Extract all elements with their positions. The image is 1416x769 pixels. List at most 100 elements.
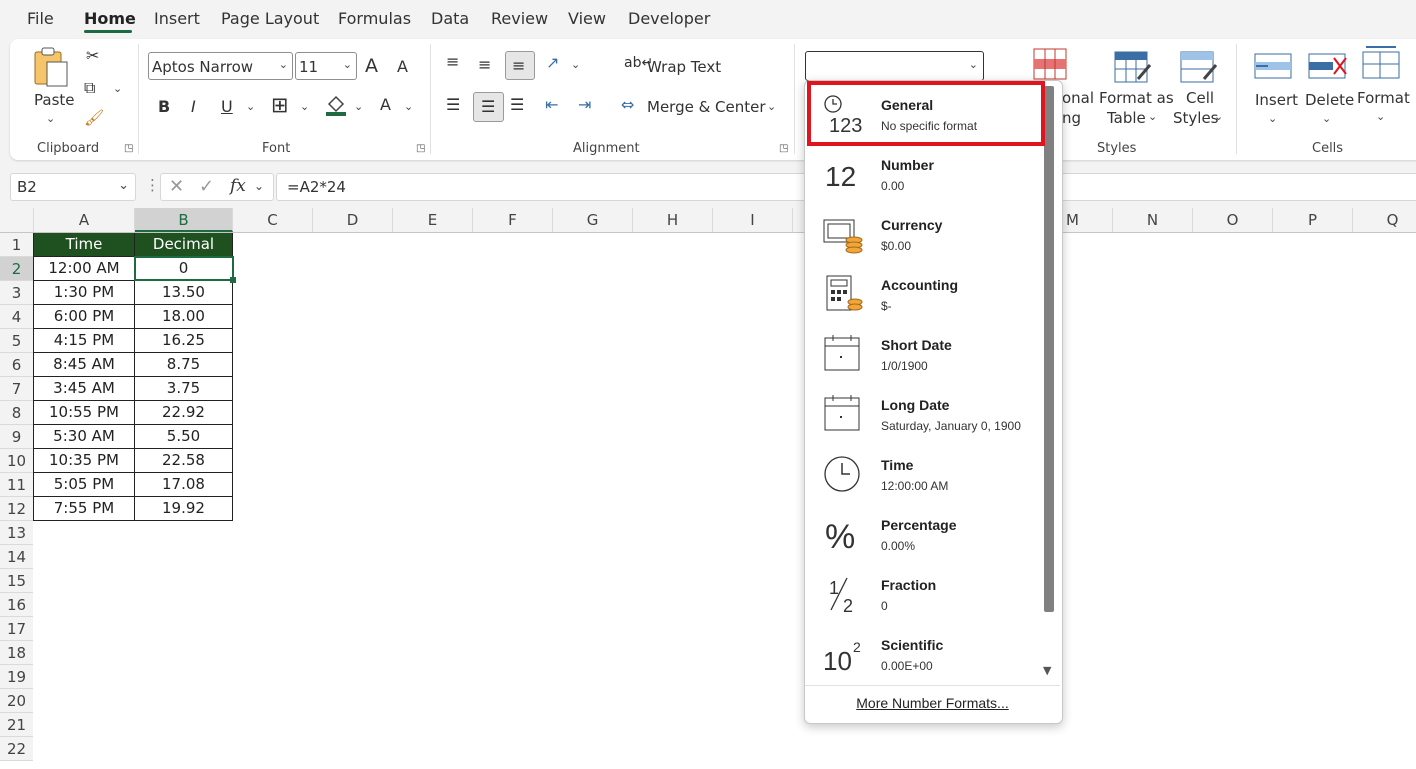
table-cell[interactable]: 17.08 — [135, 473, 233, 497]
fill-color-chevron-icon[interactable]: ⌄ — [354, 100, 363, 113]
format-chevron-icon[interactable]: ⌄ — [1376, 110, 1385, 123]
row-header[interactable]: 15 — [0, 569, 33, 593]
copy-icon[interactable]: ⧉ — [84, 78, 95, 98]
menu-scrollbar-thumb[interactable] — [1044, 86, 1054, 612]
scroll-down-arrow-icon[interactable]: ▼ — [1043, 664, 1051, 677]
row-header[interactable]: 12 — [0, 497, 33, 521]
conditional-formatting-button[interactable] — [1033, 47, 1067, 81]
middle-align-icon[interactable]: ≡ — [478, 55, 491, 74]
italic-button[interactable]: I — [191, 97, 196, 116]
table-cell[interactable]: 5:30 AM — [34, 425, 135, 449]
column-header[interactable]: F — [473, 208, 553, 232]
font-launcher-icon[interactable]: ◳ — [416, 143, 425, 154]
number-format-option-currency[interactable]: Currency $0.00 — [805, 202, 1045, 262]
table-cell[interactable]: 22.92 — [135, 401, 233, 425]
decrease-indent-icon[interactable]: ⇤ — [545, 95, 558, 114]
column-header[interactable]: B — [135, 208, 233, 232]
tab-home[interactable]: Home — [84, 9, 136, 28]
orientation-icon[interactable]: ↗ — [546, 53, 559, 72]
alignment-launcher-icon[interactable]: ◳ — [779, 143, 788, 154]
number-format-option-scientific[interactable]: 10 2 Scientific 0.00E+00 — [805, 622, 1045, 682]
row-header[interactable]: 6 — [0, 353, 33, 377]
delete-chevron-icon[interactable]: ⌄ — [1322, 112, 1331, 125]
merge-center-button[interactable]: Merge & Center — [647, 98, 766, 116]
table-cell[interactable]: 4:15 PM — [34, 329, 135, 353]
format-as-table-button[interactable] — [1114, 49, 1152, 87]
table-header-cell[interactable]: Time — [34, 233, 135, 257]
table-cell[interactable]: 1:30 PM — [34, 281, 135, 305]
number-format-option-short-date[interactable]: Short Date 1/0/1900 — [805, 322, 1045, 382]
underline-button[interactable]: U — [221, 97, 233, 116]
tab-file[interactable]: File — [27, 9, 54, 28]
bold-button[interactable]: B — [158, 97, 170, 116]
column-header[interactable]: G — [553, 208, 633, 232]
column-header[interactable]: C — [233, 208, 313, 232]
name-box[interactable]: B2 ⌄ — [10, 173, 136, 201]
tab-page-layout[interactable]: Page Layout — [221, 9, 319, 28]
row-header[interactable]: 21 — [0, 713, 33, 737]
format-painter-icon[interactable]: 🖌 — [84, 108, 104, 127]
column-header[interactable]: I — [713, 208, 793, 232]
row-header[interactable]: 13 — [0, 521, 33, 545]
table-cell[interactable]: 18.00 — [135, 305, 233, 329]
align-right-icon[interactable]: ☰ — [510, 95, 524, 114]
enter-icon[interactable]: ✓ — [199, 176, 214, 197]
table-cell[interactable]: 19.92 — [135, 497, 233, 521]
top-align-icon[interactable]: ≡ — [446, 52, 459, 71]
column-header[interactable]: Q — [1353, 208, 1416, 232]
row-header[interactable]: 1 — [0, 233, 33, 257]
tab-data[interactable]: Data — [431, 9, 469, 28]
table-cell[interactable]: 16.25 — [135, 329, 233, 353]
number-format-option-number[interactable]: 12 Number 0.00 — [805, 142, 1045, 202]
table-cell[interactable]: 3:45 AM — [34, 377, 135, 401]
table-cell[interactable]: 7:55 PM — [34, 497, 135, 521]
tab-formulas[interactable]: Formulas — [338, 9, 411, 28]
cut-icon[interactable]: ✂ — [86, 46, 99, 65]
row-header[interactable]: 20 — [0, 689, 33, 713]
row-header[interactable]: 2 — [0, 257, 33, 281]
table-header-cell[interactable]: Decimal — [135, 233, 233, 257]
row-header[interactable]: 7 — [0, 377, 33, 401]
table-cell[interactable]: 12:00 AM — [34, 257, 135, 281]
clipboard-launcher-icon[interactable]: ◳ — [124, 143, 133, 154]
align-left-icon[interactable]: ☰ — [446, 95, 460, 114]
column-header[interactable]: E — [393, 208, 473, 232]
paste-button[interactable] — [32, 46, 72, 90]
table-cell[interactable]: 5.50 — [135, 425, 233, 449]
font-size-dropdown[interactable]: 11 ⌄ — [295, 52, 357, 80]
delete-cells-button[interactable] — [1308, 50, 1348, 82]
number-format-option-percentage[interactable]: % Percentage 0.00% — [805, 502, 1045, 562]
row-header[interactable]: 4 — [0, 305, 33, 329]
table-cell[interactable]: 13.50 — [135, 281, 233, 305]
tab-developer[interactable]: Developer — [628, 9, 710, 28]
row-header[interactable]: 19 — [0, 665, 33, 689]
column-header[interactable]: H — [633, 208, 713, 232]
cancel-icon[interactable]: ✕ — [169, 176, 184, 197]
row-header[interactable]: 9 — [0, 425, 33, 449]
fill-color-button[interactable] — [325, 94, 347, 116]
row-header[interactable]: 5 — [0, 329, 33, 353]
cell-styles-chevron-icon[interactable]: ⌄ — [1214, 110, 1223, 123]
insert-cells-button[interactable] — [1254, 50, 1294, 82]
select-all-corner[interactable] — [0, 208, 34, 232]
table-cell[interactable]: 6:00 PM — [34, 305, 135, 329]
borders-chevron-icon[interactable]: ⌄ — [300, 100, 309, 113]
number-format-option-fraction[interactable]: 1 2 Fraction 0 — [805, 562, 1045, 622]
table-cell[interactable]: 5:05 PM — [34, 473, 135, 497]
paste-chevron-icon[interactable]: ⌄ — [46, 112, 55, 125]
format-cells-button[interactable] — [1362, 44, 1402, 82]
borders-icon[interactable]: ⊞ — [271, 93, 289, 117]
row-header[interactable]: 3 — [0, 281, 33, 305]
column-header[interactable]: O — [1193, 208, 1273, 232]
column-header[interactable]: P — [1273, 208, 1353, 232]
merge-chevron-icon[interactable]: ⌄ — [767, 100, 776, 113]
row-header[interactable]: 14 — [0, 545, 33, 569]
row-header[interactable]: 18 — [0, 641, 33, 665]
underline-chevron-icon[interactable]: ⌄ — [246, 100, 255, 113]
grow-font-button[interactable]: A — [365, 55, 378, 77]
bottom-align-button[interactable]: ≡ — [505, 51, 535, 80]
orientation-chevron-icon[interactable]: ⌄ — [571, 58, 580, 71]
number-format-option-accounting[interactable]: Accounting $- — [805, 262, 1045, 322]
tab-view[interactable]: View — [568, 9, 606, 28]
cell-styles-button[interactable] — [1180, 49, 1218, 87]
